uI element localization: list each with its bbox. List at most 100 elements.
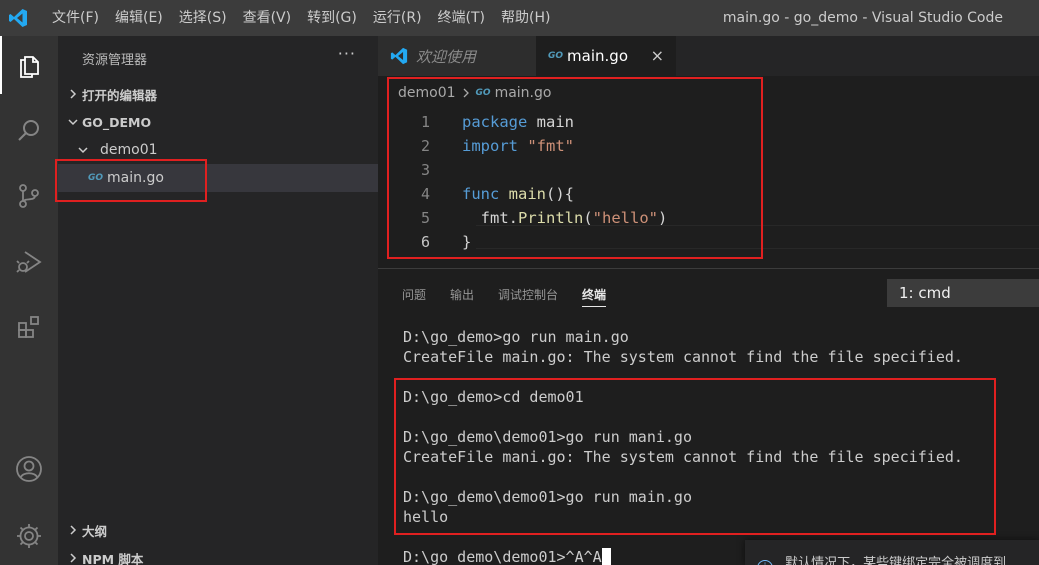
explorer-icon[interactable] (0, 36, 58, 94)
code-token: package (462, 113, 528, 131)
explorer-sidebar: 资源管理器 ··· 打开的编辑器 GO_DEMO demo01 GO main.… (58, 36, 378, 565)
terminal-line: D:\go_demo>go run main.go (403, 328, 629, 346)
chevron-down-icon (64, 117, 82, 127)
info-icon: i (757, 560, 773, 565)
terminal-line: D:\go_demo>cd demo01 (403, 388, 584, 406)
breadcrumb: demo01 GO main.go (378, 76, 1039, 110)
explorer-title: 资源管理器 (82, 52, 148, 68)
tab-main-go[interactable]: GO main.go × (536, 36, 676, 76)
code-text: package main (430, 113, 574, 131)
code-token: (){ (546, 185, 574, 203)
workspace-label: GO_DEMO (82, 114, 152, 130)
breadcrumb-file[interactable]: main.go (495, 85, 552, 101)
chevron-right-icon (64, 553, 82, 563)
settings-gear-icon[interactable] (0, 507, 58, 565)
notification-text: 默认情况下，某些键绑定完全被调度到 (785, 556, 1007, 565)
file-main-go[interactable]: GO main.go (58, 164, 378, 192)
folder-demo01[interactable]: demo01 (58, 136, 378, 164)
line-number: 5 (420, 209, 430, 227)
folder-label: demo01 (100, 142, 158, 158)
menu-help[interactable]: 帮助(H) (493, 0, 558, 36)
npm-scripts-label: NPM 脚本 (82, 551, 144, 565)
code-editor[interactable]: demo01 GO main.go 1 package main 2 import "… (378, 76, 1039, 268)
menu-terminal[interactable]: 终端(T) (430, 0, 493, 36)
tab-output[interactable]: 输出 (450, 269, 474, 319)
code-token: main (508, 185, 546, 203)
code-line[interactable]: 4 func main(){ (378, 182, 1039, 206)
menu-selection[interactable]: 选择(S) (171, 0, 235, 36)
menu-view[interactable]: 查看(V) (235, 0, 300, 36)
terminal-line: D:\go_demo\demo01>go run main.go (403, 488, 692, 506)
terminal-line: hello (403, 508, 449, 526)
close-tab-icon[interactable]: × (651, 46, 664, 65)
vscode-tab-icon (390, 47, 408, 65)
menu-run[interactable]: 运行(R) (365, 0, 430, 36)
code-token: "fmt" (527, 137, 575, 155)
workspace-section[interactable]: GO_DEMO (58, 108, 378, 136)
terminal-line: CreateFile main.go: The system cannot fi… (403, 348, 963, 366)
code-line[interactable]: 2 import "fmt" (378, 134, 1039, 158)
go-file-icon: GO (548, 51, 564, 61)
breadcrumb-folder[interactable]: demo01 (398, 85, 456, 101)
source-control-icon[interactable] (0, 167, 58, 225)
tab-main-go-label: main.go (567, 47, 628, 65)
npm-scripts-section[interactable]: NPM 脚本 (58, 544, 378, 565)
code-text: func main(){ (430, 185, 574, 203)
chevron-down-icon (78, 145, 100, 155)
terminal-line: CreateFile mani.go: The system cannot fi… (403, 448, 963, 466)
chevron-right-icon (64, 89, 82, 99)
code-line[interactable]: 3 (378, 158, 1039, 182)
editor-tabs: 欢迎使用 GO main.go × (378, 36, 1039, 76)
go-file-icon: GO (88, 173, 104, 183)
outline-section[interactable]: 大纲 (58, 516, 378, 544)
title-bar: 文件(F) 编辑(E) 选择(S) 查看(V) 转到(G) 运行(R) 终端(T… (0, 0, 1039, 36)
terminal-output[interactable]: D:\go_demo>go run main.go CreateFile main… (403, 327, 963, 565)
line-number: 3 (420, 161, 430, 179)
code-token: func (462, 185, 500, 203)
terminal-cursor (601, 548, 611, 565)
search-icon[interactable] (0, 102, 58, 160)
open-editors-label: 打开的编辑器 (82, 87, 158, 103)
notification-toast[interactable]: i 默认情况下，某些键绑定完全被调度到 (745, 540, 1039, 565)
line-number: 4 (420, 185, 430, 203)
go-file-icon: GO (475, 88, 491, 98)
more-actions-icon[interactable]: ··· (338, 44, 356, 63)
code-token: import (462, 137, 518, 155)
extensions-icon[interactable] (0, 298, 58, 356)
code-token: } (462, 233, 472, 251)
menu-edit[interactable]: 编辑(E) (107, 0, 171, 36)
code-text: } (430, 233, 471, 251)
vscode-logo-icon (0, 0, 36, 36)
chevron-right-icon (64, 525, 82, 535)
activity-bar (0, 36, 58, 565)
tab-terminal[interactable]: 终端 (582, 269, 607, 319)
code-token: main (527, 113, 574, 131)
open-editors-section[interactable]: 打开的编辑器 (58, 80, 378, 108)
current-line-highlight (476, 225, 1039, 249)
account-icon[interactable] (0, 440, 58, 498)
code-text: import "fmt" (430, 137, 574, 155)
bottom-panel: 问题 输出 调试控制台 终端 1: cmd D:\go_demo>go run … (378, 268, 1039, 565)
menu-file[interactable]: 文件(F) (36, 0, 107, 36)
menu-bar: 文件(F) 编辑(E) 选择(S) 查看(V) 转到(G) 运行(R) 终端(T… (36, 0, 558, 36)
line-number: 6 (420, 233, 430, 251)
outline-label: 大纲 (82, 523, 108, 539)
explorer-header: 资源管理器 ··· (58, 36, 378, 80)
menu-go[interactable]: 转到(G) (299, 0, 365, 36)
terminal-select[interactable]: 1: cmd (887, 279, 1039, 307)
chevron-right-icon (462, 88, 470, 98)
code-line[interactable]: 1 package main (378, 110, 1039, 134)
tab-welcome-label: 欢迎使用 (416, 47, 477, 66)
line-number: 1 (420, 113, 430, 131)
tab-debug-console[interactable]: 调试控制台 (498, 269, 558, 319)
tab-welcome[interactable]: 欢迎使用 (378, 36, 536, 76)
run-debug-icon[interactable] (0, 233, 58, 291)
line-number: 2 (420, 137, 430, 155)
tab-problems[interactable]: 问题 (402, 269, 426, 319)
window-title: main.go - go_demo - Visual Studio Code (722, 10, 1003, 26)
